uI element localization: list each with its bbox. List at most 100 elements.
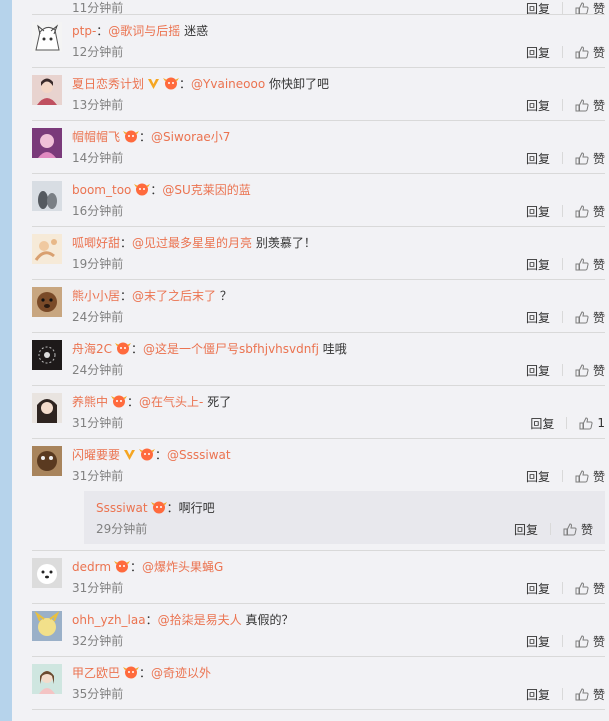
mention-link[interactable]: @歌词与后摇	[108, 24, 180, 38]
like-button[interactable]: 赞	[575, 468, 605, 485]
reply-button[interactable]: 回复	[530, 415, 554, 432]
thumbs-up-icon	[575, 204, 589, 217]
divider	[32, 120, 605, 121]
avatar[interactable]	[32, 234, 62, 264]
avatar[interactable]	[32, 393, 62, 423]
mention-link[interactable]: @见过最多星星的月亮	[132, 236, 252, 250]
username-link[interactable]: 舟海2C	[72, 342, 112, 356]
thumbs-up-icon	[579, 416, 593, 429]
username-link[interactable]: 呱唧好甜	[72, 236, 120, 250]
action-separator	[561, 582, 563, 594]
avatar[interactable]	[32, 22, 62, 52]
page: 11分钟前 回复 赞 ptp-：@歌词与后摇 迷惑 12分钟前 回复 赞 夏日恋…	[0, 0, 609, 721]
like-label: 赞	[592, 687, 605, 702]
reply-button[interactable]: 回复	[526, 150, 550, 167]
action-separator	[561, 152, 563, 164]
avatar[interactable]	[32, 340, 62, 370]
username-link[interactable]: 熊小小居	[72, 289, 120, 303]
like-button[interactable]: 赞	[563, 521, 593, 538]
like-button[interactable]: 赞	[575, 580, 605, 597]
mention-link[interactable]: @这是一个僵尸号sbfhjvhsvdnfj	[143, 342, 319, 356]
mention-link[interactable]: @Siworae小7	[151, 130, 230, 144]
mention-link[interactable]: @奇迹以外	[151, 666, 211, 680]
like-button[interactable]: 赞	[575, 97, 605, 114]
like-button[interactable]: 赞	[575, 44, 605, 61]
comment-actions: 回复 赞	[526, 309, 605, 325]
reply-button[interactable]: 回复	[526, 362, 550, 379]
username-link[interactable]: 夏日恋秀计划	[72, 77, 144, 91]
thumbs-up-icon	[575, 1, 589, 14]
like-button[interactable]: 1	[579, 416, 605, 430]
mention-link[interactable]: @SU克莱因的蓝	[162, 183, 250, 197]
avatar[interactable]	[32, 664, 62, 694]
avatar[interactable]	[32, 287, 62, 317]
action-separator	[561, 46, 563, 58]
thumbs-up-icon	[575, 257, 589, 270]
username-link[interactable]: 帽帽帽飞	[72, 130, 120, 144]
username-link[interactable]: 闪曜要要	[72, 448, 120, 462]
reply-button[interactable]: 回复	[526, 309, 550, 326]
action-separator	[561, 635, 563, 647]
avatar[interactable]	[32, 611, 62, 641]
mention-link[interactable]: @在气头上-	[139, 395, 203, 409]
like-button[interactable]: 赞	[575, 203, 605, 220]
like-button[interactable]: 赞	[575, 362, 605, 379]
avatar[interactable]	[32, 181, 62, 211]
comment-content: 甲乙欧巴 ：@奇迹以外	[72, 666, 212, 680]
like-button[interactable]: 赞	[575, 150, 605, 167]
comment-time: 35分钟前	[72, 687, 124, 701]
comment-text: 别羡慕了！	[255, 236, 316, 250]
comment-content: boom_too ：@SU克莱因的蓝	[72, 183, 251, 197]
mention-link[interactable]: @末了之后末了	[132, 289, 216, 303]
reply-button[interactable]: 回复	[526, 44, 550, 61]
comment-time: 12分钟前	[72, 45, 124, 59]
reply-button[interactable]: 回复	[526, 686, 550, 703]
reply-button[interactable]: 回复	[526, 97, 550, 114]
like-count: 1	[597, 416, 605, 430]
fan-badge-icon	[123, 130, 140, 143]
comment-time: 24分钟前	[72, 310, 124, 324]
username-link[interactable]: ptp-	[72, 24, 96, 38]
action-separator	[549, 523, 551, 535]
like-label: 赞	[580, 522, 593, 537]
action-separator	[566, 417, 568, 429]
divider	[32, 14, 605, 15]
comment-text: 真假的？	[245, 613, 294, 627]
avatar[interactable]	[32, 446, 62, 476]
reply-button[interactable]: 回复	[526, 203, 550, 220]
mention-link[interactable]: @Yvaineooo	[191, 77, 265, 91]
thumbs-up-icon	[575, 469, 589, 482]
username-link[interactable]: boom_too	[72, 183, 131, 197]
action-separator	[561, 205, 563, 217]
avatar[interactable]	[32, 558, 62, 588]
thumbs-up-icon	[575, 687, 589, 700]
thumbs-up-icon	[575, 363, 589, 376]
comment-actions: 回复 赞	[526, 44, 605, 60]
comment-content: ohh_yzh_laa：@拾柒是易夫人 真假的？	[72, 613, 294, 627]
reply-button[interactable]: 回复	[526, 633, 550, 650]
mention-link[interactable]: @拾柒是易夫人	[158, 613, 242, 627]
username-link[interactable]: ohh_yzh_laa	[72, 613, 146, 627]
username-link[interactable]: Ssssiwat	[96, 501, 148, 515]
like-button[interactable]: 赞	[575, 633, 605, 650]
like-button[interactable]: 赞	[575, 256, 605, 273]
vip-icon	[147, 78, 160, 90]
like-button[interactable]: 赞	[575, 686, 605, 703]
reply-button[interactable]: 回复	[526, 256, 550, 273]
avatar[interactable]	[32, 75, 62, 105]
username-link[interactable]: 甲乙欧巴	[72, 666, 120, 680]
comment-actions: 回复 赞	[526, 686, 605, 702]
reply-button[interactable]: 回复	[526, 468, 550, 485]
divider	[32, 438, 605, 439]
avatar[interactable]	[32, 128, 62, 158]
username-link[interactable]: 养熊中	[72, 395, 108, 409]
action-separator	[561, 2, 563, 14]
reply-button[interactable]: 回复	[514, 521, 538, 538]
username-link[interactable]: dedrm	[72, 560, 111, 574]
reply-button[interactable]: 回复	[526, 580, 550, 597]
mention-link[interactable]: @Ssssiwat	[167, 448, 231, 462]
like-button[interactable]: 赞	[575, 309, 605, 326]
mention-link[interactable]: @爆炸头果蝇G	[142, 560, 223, 574]
action-separator	[561, 364, 563, 376]
action-separator	[561, 99, 563, 111]
